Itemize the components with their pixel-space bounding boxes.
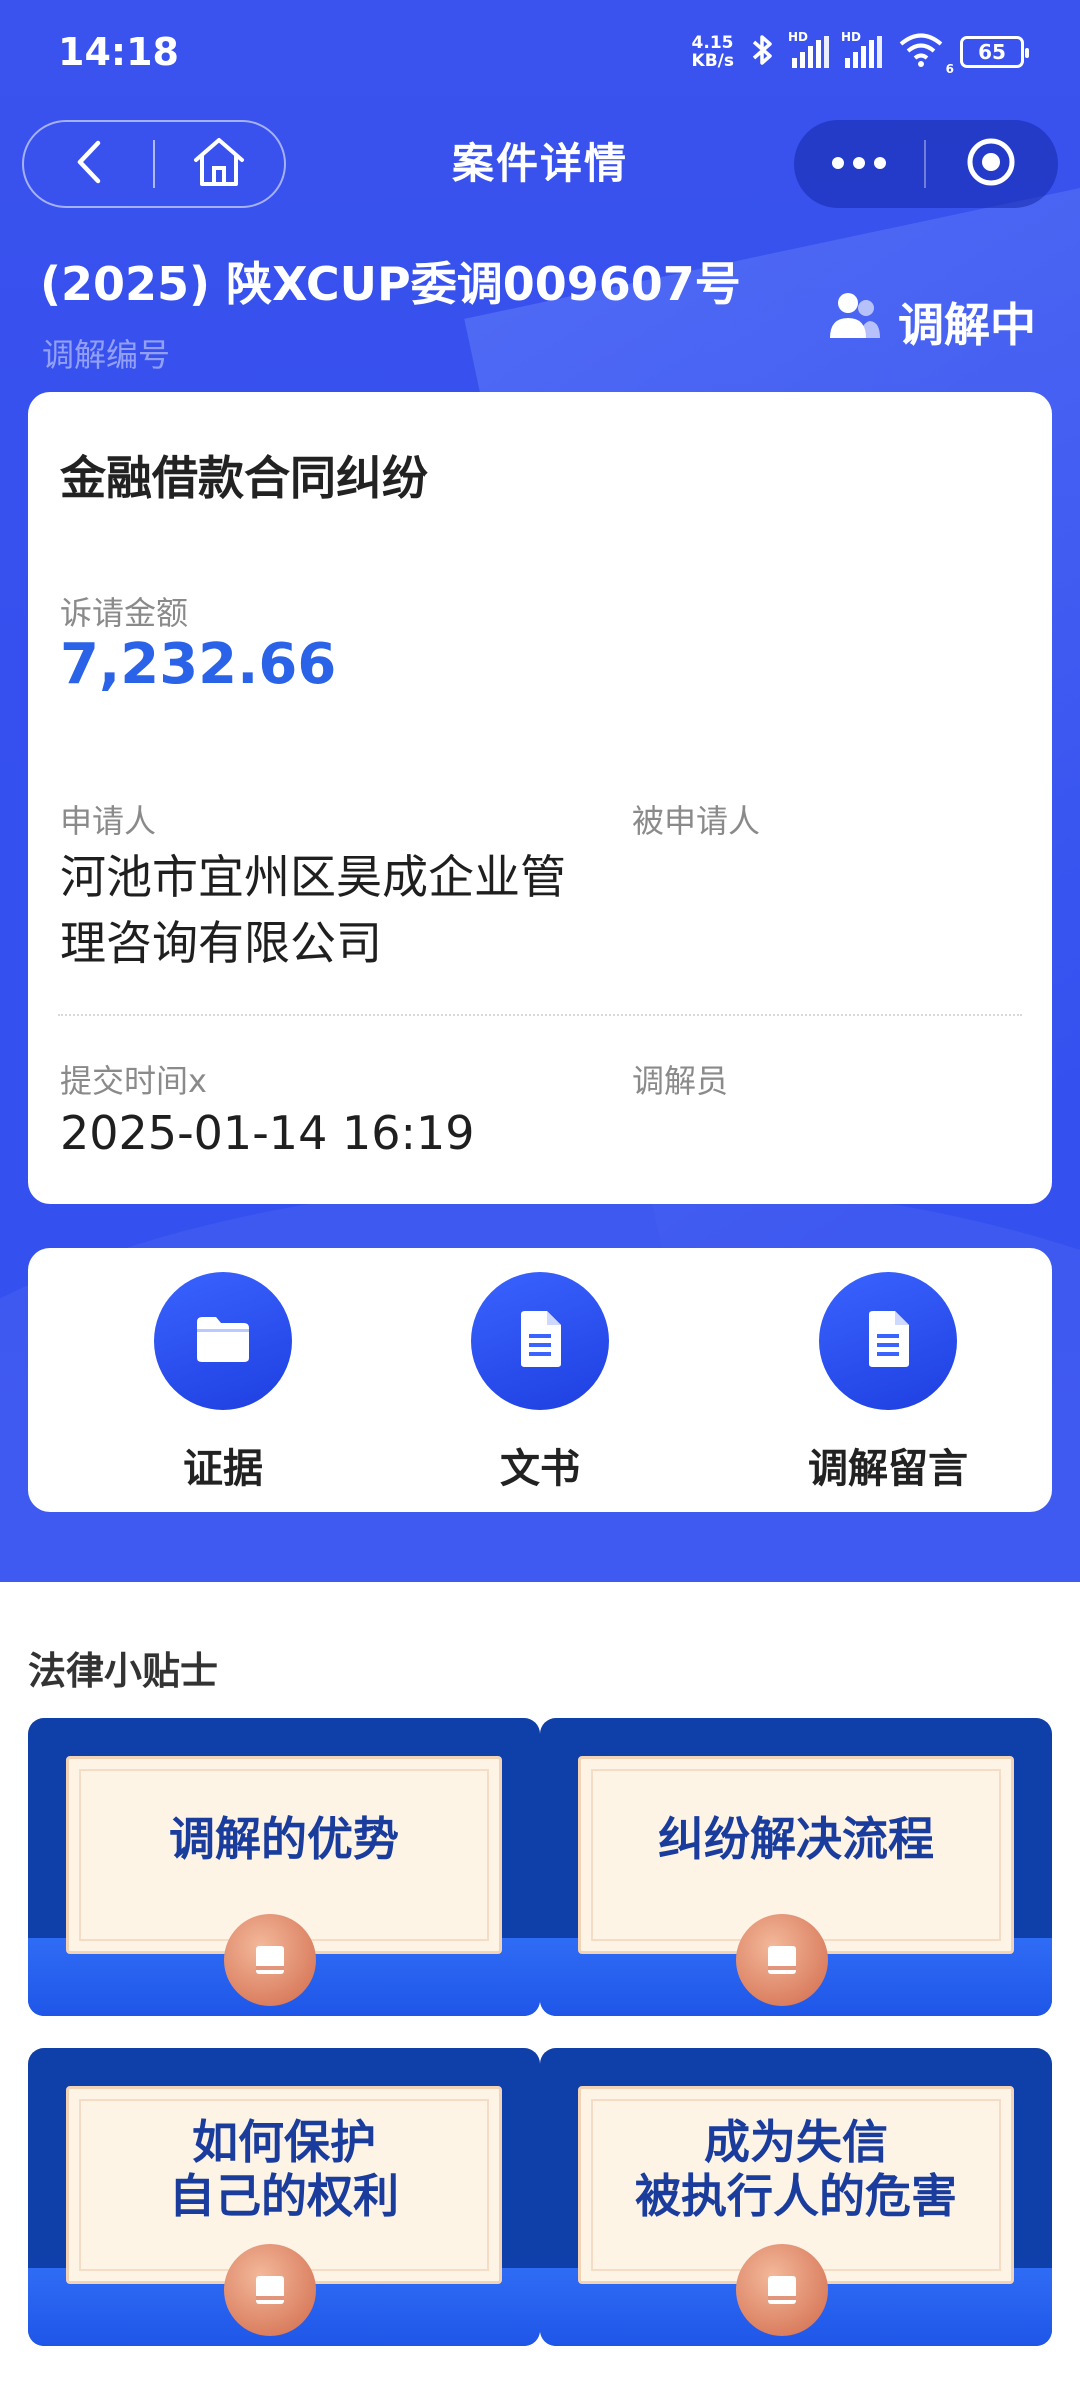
documents-label: 文书: [500, 1446, 580, 1492]
signal-icon-1: HD: [788, 30, 829, 68]
network-speed-unit: KB/s: [691, 51, 734, 71]
case-status-badge: 调解中: [826, 288, 1036, 355]
document-icon: [865, 1310, 911, 1372]
applicant-label: 申请人: [60, 802, 157, 840]
tip-card-protect-rights[interactable]: 如何保护 自己的权利: [28, 2048, 540, 2346]
case-type: 金融借款合同纠纷: [60, 451, 428, 505]
amount-value: 7,232.66: [60, 632, 337, 697]
case-status-text: 调解中: [898, 297, 1036, 352]
folder-icon: [194, 1314, 252, 1368]
battery-level: 65: [978, 40, 1006, 64]
tip-card-dishonest-debtor-harm[interactable]: 成为失信 被执行人的危害: [540, 2048, 1052, 2346]
evidence-button[interactable]: 证据: [103, 1272, 343, 1494]
wifi-icon: 6: [898, 33, 954, 76]
network-speed-value: 4.15: [691, 33, 734, 53]
signal-icon-2: HD: [841, 30, 882, 68]
documents-button[interactable]: 文书: [420, 1272, 660, 1494]
respondent-label: 被申请人: [632, 802, 761, 840]
evidence-icon-circle: [154, 1272, 292, 1410]
bluetooth-icon: [750, 32, 776, 73]
divider: [58, 1014, 1022, 1016]
book-icon: [736, 1914, 828, 2006]
case-info-card: 金融借款合同纠纷 诉请金额 7,232.66 申请人 河池市宜州区昊成企业管理咨…: [28, 392, 1052, 1204]
nav-right-capsule: [794, 120, 1058, 208]
more-button[interactable]: [794, 120, 924, 208]
mediation-message-button[interactable]: 调解留言: [768, 1272, 1008, 1494]
tip-card-title: 如何保护 自己的权利: [169, 2115, 399, 2223]
mediation-message-label: 调解留言: [808, 1446, 968, 1492]
tip-card-title: 调解的优势: [169, 1812, 399, 1866]
submit-time-value: 2025-01-14 16:19: [60, 1106, 475, 1160]
status-time: 14:18: [58, 30, 179, 74]
case-number: (2025) 陕XCUP委调009607号: [40, 257, 741, 311]
user-icon: [826, 288, 882, 355]
battery-icon: 65: [960, 36, 1029, 68]
close-miniprogram-button[interactable]: [926, 120, 1056, 208]
tip-card-title: 成为失信 被执行人的危害: [635, 2115, 957, 2223]
book-icon: [736, 2244, 828, 2336]
status-icons: 4.15 KB/s HD HD 6 65: [692, 30, 1029, 76]
document-icon: [517, 1310, 563, 1372]
evidence-label: 证据: [183, 1446, 263, 1492]
applicant-value: 河池市宜州区昊成企业管理咨询有限公司: [60, 850, 566, 970]
tip-card-title: 纠纷解决流程: [658, 1812, 934, 1866]
legal-tips-title: 法律小贴士: [28, 1649, 219, 1693]
mediator-label: 调解员: [632, 1062, 729, 1100]
status-bar: 14:18 4.15 KB/s HD HD 6 65: [0, 0, 1080, 110]
network-speed: 4.15 KB/s: [692, 34, 734, 70]
submit-time-label: 提交时间x: [60, 1062, 207, 1100]
target-icon: [965, 136, 1017, 192]
book-icon: [224, 1914, 316, 2006]
mediation-message-icon-circle: [819, 1272, 957, 1410]
tip-card-mediation-advantages[interactable]: 调解的优势: [28, 1718, 540, 2016]
amount-label: 诉请金额: [60, 594, 189, 632]
documents-icon-circle: [471, 1272, 609, 1410]
case-number-label: 调解编号: [42, 336, 171, 374]
more-icon: [831, 155, 887, 174]
tip-card-dispute-process[interactable]: 纠纷解决流程: [540, 1718, 1052, 2016]
book-icon: [224, 2244, 316, 2336]
wifi-index: 6: [945, 61, 954, 76]
case-actions-card: 证据 文书 调解留言: [28, 1248, 1052, 1512]
